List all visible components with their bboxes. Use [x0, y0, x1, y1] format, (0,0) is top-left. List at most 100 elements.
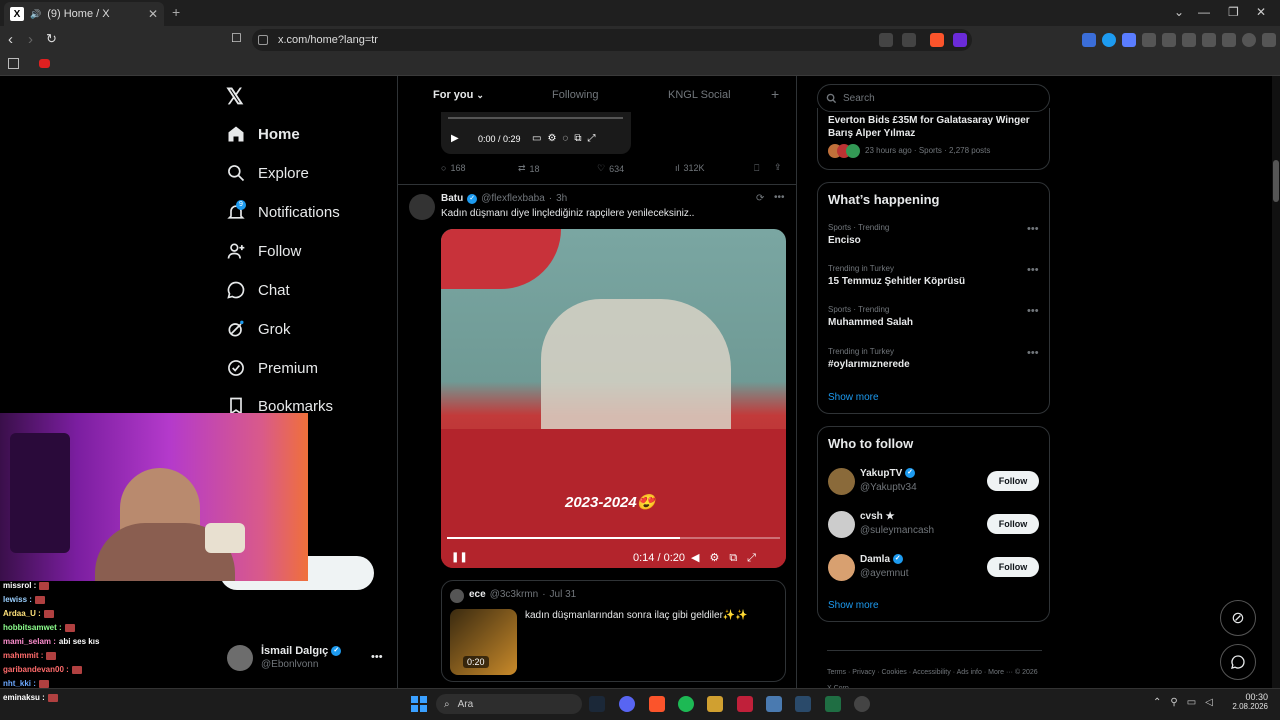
follow-button[interactable]: Follow — [987, 471, 1039, 491]
post-handle[interactable]: @flexflexbaba — [481, 193, 545, 204]
close-window-icon[interactable]: ✕ — [1256, 5, 1266, 19]
x-logo-icon[interactable]: 𝕏 — [226, 84, 244, 110]
quote-video-thumbnail[interactable]: 0:20 — [450, 609, 517, 675]
leo-icon[interactable] — [1222, 33, 1236, 47]
suggestion-name[interactable]: Damla ✓ — [860, 554, 903, 565]
nav-item-explore[interactable]: Explore — [226, 163, 309, 183]
steam-icon[interactable] — [795, 696, 811, 712]
nav-item-chat[interactable]: Chat — [226, 280, 290, 300]
author-avatar[interactable] — [409, 194, 435, 220]
footer-link[interactable]: More — [988, 669, 1004, 676]
trend-item[interactable]: Sports · Trending Enciso — [828, 223, 1040, 246]
trends-show-more-link[interactable]: Show more — [828, 392, 879, 403]
brave-icon[interactable] — [649, 696, 665, 712]
trend-item[interactable]: Trending in Turkey 15 Temmuz Şehitler Kö… — [828, 264, 1040, 287]
suggestion-avatar[interactable] — [828, 511, 855, 538]
cast-icon[interactable] — [902, 33, 916, 47]
follow-show-more-link[interactable]: Show more — [828, 600, 879, 611]
site-info-icon[interactable] — [258, 35, 268, 45]
chat-fab[interactable] — [1220, 644, 1256, 680]
extension-2-icon[interactable] — [1102, 33, 1116, 47]
trend-more-icon[interactable]: ••• — [1027, 223, 1039, 235]
prev-video-progress[interactable] — [448, 117, 623, 119]
repost-action[interactable]: ⇄ 18 — [518, 163, 540, 174]
account-avatar[interactable] — [227, 645, 253, 671]
apps-grid-icon[interactable] — [8, 58, 19, 69]
browser-tab[interactable]: X 🔊 (9) Home / X ✕ — [4, 2, 164, 26]
app-icon[interactable] — [825, 696, 841, 712]
account-menu-icon[interactable]: ••• — [371, 651, 383, 663]
maximize-icon[interactable]: ❐ — [1228, 5, 1239, 19]
app-icon[interactable] — [854, 696, 870, 712]
follow-button[interactable]: Follow — [987, 557, 1039, 577]
suggestion-avatar[interactable] — [828, 554, 855, 581]
media-icon[interactable] — [1162, 33, 1176, 47]
app-icon[interactable] — [737, 696, 753, 712]
share-icon[interactable]: ⇪ — [774, 162, 782, 173]
extension-1-icon[interactable] — [1082, 33, 1096, 47]
bookmark-page-icon[interactable]: ☐ — [231, 31, 242, 45]
bookmark-post-icon[interactable]: ⎕ — [754, 163, 759, 174]
app-icon[interactable] — [766, 696, 782, 712]
discord-icon[interactable] — [619, 696, 635, 712]
wallet-icon[interactable] — [1202, 33, 1216, 47]
translate-icon[interactable] — [879, 33, 893, 47]
reply-action[interactable]: ○ 168 — [441, 163, 465, 173]
extensions-icon[interactable] — [1142, 33, 1156, 47]
extension-3-icon[interactable] — [1122, 33, 1136, 47]
nav-item-grok[interactable]: Grok — [226, 319, 291, 339]
views-action[interactable]: ıl 312K — [675, 163, 705, 173]
add-list-icon[interactable]: + — [771, 86, 779, 102]
follow-button[interactable]: Follow — [987, 514, 1039, 534]
nav-item-premium[interactable]: Premium — [226, 358, 318, 378]
taskbar-clock[interactable]: 00:30 2.08.2026 — [1232, 692, 1268, 711]
trend-item[interactable]: Sports · Trending Muhammed Salah — [828, 305, 1040, 328]
trend-item[interactable]: Trending in Turkey #oylarımıznerede — [828, 347, 1040, 370]
youtube-bookmark-icon[interactable] — [39, 59, 50, 68]
suggestion-name[interactable]: cvsh ★ — [860, 511, 895, 522]
top-story-card[interactable]: Everton Bids £35M for Galatasaray Winger… — [817, 108, 1050, 170]
account-name[interactable]: İsmail Dalgıç ✓ — [261, 645, 342, 657]
tab-search-icon[interactable]: ⌄ — [1174, 5, 1184, 19]
suggestion-name[interactable]: YakupTV ✓ — [860, 468, 916, 479]
pause-icon[interactable]: ❚❚ — [451, 552, 468, 563]
taskbar-search[interactable]: ⌕ Ara — [436, 694, 582, 714]
grok-fab-icon[interactable]: ⊘ — [1220, 600, 1256, 636]
tab-kngl-social[interactable]: KNGL Social — [668, 89, 731, 101]
like-action[interactable]: ♡ 634 — [597, 163, 624, 174]
system-tray-icons[interactable]: ⌃⚲▭◁ — [1153, 697, 1222, 708]
forward-icon[interactable]: › — [28, 31, 33, 48]
scrollbar-thumb[interactable] — [1273, 160, 1279, 202]
post-author[interactable]: Batu — [441, 193, 463, 204]
post-video[interactable]: 2023-2024😍 ❚❚ 0:14 / 0:20 ◀⚙⧉⤢ — [441, 229, 786, 568]
nav-item-home[interactable]: Home — [226, 124, 300, 144]
brave-rewards-icon[interactable] — [953, 33, 967, 47]
close-tab-icon[interactable]: ✕ — [148, 7, 158, 21]
post-time[interactable]: 3h — [556, 193, 567, 204]
quote-post[interactable]: ece @3c3krmn · Jul 31 0:20 kadın düşmanl… — [441, 580, 786, 682]
footer-link[interactable]: Accessibility — [913, 669, 951, 676]
sidebar-icon[interactable] — [1182, 33, 1196, 47]
suggestion-avatar[interactable] — [828, 468, 855, 495]
video-controls-icon[interactable]: ◀⚙⧉⤢ — [691, 551, 766, 565]
trend-more-icon[interactable]: ••• — [1027, 305, 1039, 317]
menu-icon[interactable] — [1262, 33, 1276, 47]
trend-more-icon[interactable]: ••• — [1027, 264, 1039, 276]
grok-actions-icon[interactable]: ⟳ — [756, 193, 764, 204]
tab-following[interactable]: Following — [552, 89, 598, 101]
brave-shields-icon[interactable] — [930, 33, 944, 47]
steam-icon[interactable] — [589, 696, 605, 712]
spotify-icon[interactable] — [678, 696, 694, 712]
new-tab-button[interactable]: + — [172, 4, 180, 20]
vpn-icon[interactable] — [1242, 33, 1256, 47]
footer-link[interactable]: Ads info — [957, 669, 982, 676]
footer-link[interactable]: Terms — [827, 669, 846, 676]
post-more-icon[interactable]: ••• — [774, 192, 785, 203]
play-icon[interactable]: ▶ — [451, 133, 459, 144]
url-field[interactable]: x.com/home?lang=tr — [252, 29, 972, 51]
trend-more-icon[interactable]: ••• — [1027, 347, 1039, 359]
reload-icon[interactable]: ↻ — [46, 31, 57, 47]
windows-start-icon[interactable] — [411, 696, 427, 712]
footer-link[interactable]: Privacy — [852, 669, 875, 676]
back-icon[interactable]: ‹ — [8, 31, 13, 48]
